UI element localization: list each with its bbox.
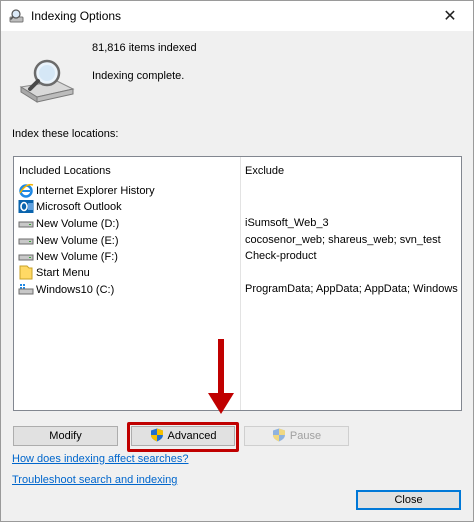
table-row[interactable]: Internet Explorer History [14,183,461,199]
location-label: Windows10 (C:) [36,283,115,296]
table-row[interactable]: Microsoft Outlook [14,199,461,215]
location-label: New Volume (E:) [36,234,119,247]
column-header-included: Included Locations [19,165,111,177]
location-label: Start Menu [36,266,90,279]
outlook-icon [18,199,34,214]
exclude-label: cocosenor_web; shareus_web; svn_test [245,234,441,246]
location-label: New Volume (D:) [36,217,120,230]
table-row[interactable]: New Volume (F:) Check-product [14,249,461,265]
items-indexed-count: 81,816 items indexed [92,42,197,54]
close-icon: ✕ [443,8,457,25]
windows-drive-icon [18,282,34,297]
drive-icon [18,249,34,264]
indexing-options-window: Indexing Options ✕ 81,816 items indexed … [0,0,474,522]
window-title: Indexing Options [31,9,122,23]
pause-button[interactable]: Pause [244,426,349,446]
location-label: New Volume (F:) [36,250,118,263]
folder-icon [18,265,34,280]
arrow-down-icon [206,339,236,415]
advanced-highlight-box [127,422,239,452]
exclude-label: ProgramData; AppData; AppData; Windows [245,283,458,295]
close-button[interactable]: Close [356,490,461,510]
locations-label: Index these locations: [12,128,119,140]
troubleshoot-link[interactable]: Troubleshoot search and indexing [12,474,177,486]
exclude-label: Check-product [245,250,317,262]
table-row[interactable]: New Volume (D:) iSumsoft_Web_3 [14,216,461,232]
shield-icon [272,428,286,445]
drive-icon [18,233,34,248]
location-label: Microsoft Outlook [36,200,122,213]
modify-button-label: Modify [49,430,82,442]
locations-list[interactable]: Included Locations Exclude Internet Expl… [13,156,462,411]
pause-button-label: Pause [289,430,322,442]
indexing-status: Indexing complete. [92,70,185,82]
magnifier-drive-icon [9,8,25,24]
title-bar: Indexing Options ✕ [1,1,473,31]
location-label: Internet Explorer History [36,184,155,197]
close-button-label: Close [394,494,423,506]
how-indexing-link[interactable]: How does indexing affect searches? [12,453,189,465]
table-row[interactable]: New Volume (E:) cocosenor_web; shareus_w… [14,233,461,249]
table-row[interactable]: Start Menu [14,265,461,281]
column-header-exclude: Exclude [245,165,285,177]
modify-button[interactable]: Modify [13,426,118,446]
indexing-drive-icon [17,57,75,105]
exclude-label: iSumsoft_Web_3 [245,217,329,229]
window-close-button[interactable]: ✕ [427,1,473,31]
table-row[interactable]: Windows10 (C:) ProgramData; AppData; App… [14,282,461,298]
drive-icon [18,216,34,231]
internet-explorer-icon [18,183,34,198]
